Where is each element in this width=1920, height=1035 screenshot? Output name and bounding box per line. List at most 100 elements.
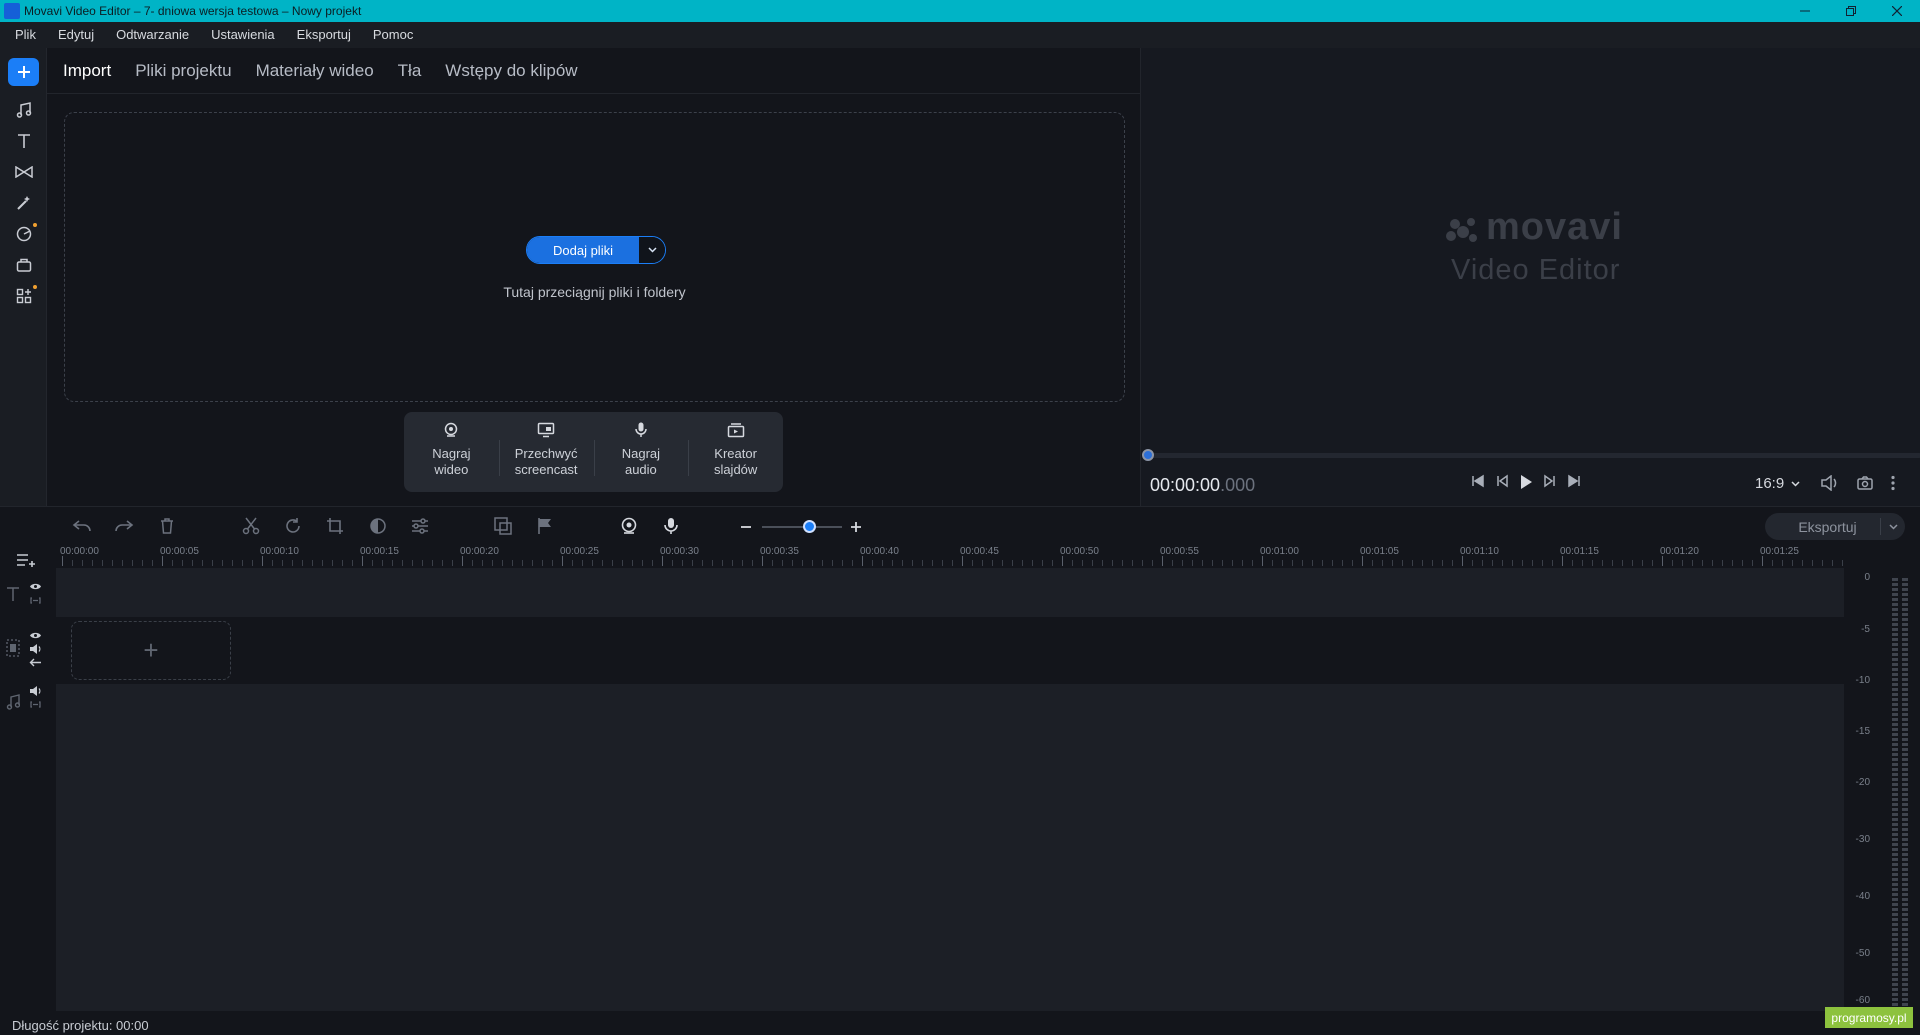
zoom-slider-track[interactable] [762,526,842,528]
effects-icon [16,196,30,210]
restore-button[interactable] [1828,0,1874,22]
skip-end-icon[interactable] [1567,474,1581,488]
audio-level-meter: 0 -5 -10 -15 -20 -30 -40 -50 -60 [1844,568,1920,1011]
ruler-minor-tick [912,560,913,566]
add-files-button[interactable]: Dodaj pliki [526,236,666,264]
ruler-minor-tick [1402,560,1403,566]
ruler-label: 00:00:20 [460,546,499,557]
export-label[interactable]: Eksportuj [1765,519,1880,535]
ruler-minor-tick [1572,560,1573,566]
tab-backgrounds[interactable]: Tła [398,61,422,81]
menu-export[interactable]: Eksportuj [286,22,362,48]
menu-file[interactable]: Plik [4,22,47,48]
ruler-minor-tick [712,560,713,566]
tools-button[interactable] [8,251,39,279]
record-video-line2: wideo [434,462,469,477]
ruler-minor-tick [1752,560,1753,566]
marker-icon[interactable] [537,517,553,535]
ruler-minor-tick [1442,560,1443,566]
zoom-out-icon[interactable] [740,521,752,533]
crop-icon[interactable] [326,517,344,535]
timeline-ruler[interactable]: 00:00:00 00:00:05 00:00:10 00:00:15 00:00:20… [56,546,1844,568]
ruler-minor-tick [392,560,393,566]
record-video-button[interactable]: Nagraj wideo [404,412,499,492]
menu-help[interactable]: Pomoc [362,22,424,48]
volume-icon[interactable] [1821,475,1839,491]
video-track-lane[interactable]: + [56,617,1844,684]
more-button[interactable] [8,282,39,310]
ruler-minor-tick [1512,560,1513,566]
effects-button[interactable] [8,189,39,217]
import-add-button[interactable] [8,58,39,86]
volume-icon[interactable] [29,644,42,654]
tab-stock-video[interactable]: Materiały wideo [256,61,374,81]
title-track-lane[interactable] [56,568,1844,617]
redo-icon[interactable] [114,517,134,535]
link-icon[interactable] [29,700,42,709]
eye-icon[interactable] [29,582,42,591]
transitions-button[interactable] [8,158,39,186]
export-button[interactable]: Eksportuj [1765,513,1905,540]
drop-zone[interactable]: Dodaj pliki Tutaj przeciągnij pliki i fo… [64,112,1125,402]
undo-icon[interactable] [72,517,92,535]
slideshow-button[interactable]: Kreator slajdów [688,412,783,492]
ruler-minor-tick [1082,560,1083,566]
ruler-minor-tick [432,560,433,566]
add-track-icon[interactable] [16,552,38,568]
microphone-record-icon[interactable] [663,517,679,535]
ruler-minor-tick [472,560,473,566]
ruler-major-tick [462,556,463,566]
ruler-minor-tick [1272,560,1273,566]
chevron-down-icon[interactable] [1889,523,1898,530]
slideshow-line1: Kreator [714,446,757,461]
ruler-label: 00:00:40 [860,546,899,557]
menu-settings[interactable]: Ustawienia [200,22,286,48]
arrow-left-icon[interactable] [29,658,42,667]
audio-track-lane[interactable] [56,684,1844,1011]
ruler-minor-tick [242,560,243,566]
stickers-button[interactable] [8,220,39,248]
screencast-button[interactable]: Przechwyć screencast [498,412,594,492]
webcam-record-icon[interactable] [620,517,638,535]
play-icon[interactable] [1519,474,1533,490]
minimize-button[interactable] [1782,0,1828,22]
tab-import[interactable]: Import [63,61,111,81]
add-clip-placeholder[interactable]: + [71,621,231,680]
close-button[interactable] [1874,0,1920,22]
titles-button[interactable] [8,127,39,155]
aspect-ratio-select[interactable]: 16:9 [1755,475,1800,492]
ruler-label: 00:01:00 [1260,546,1299,557]
overlay-icon[interactable] [494,517,512,535]
cut-icon[interactable] [242,517,260,535]
prev-frame-icon[interactable] [1495,474,1509,488]
record-audio-button[interactable]: Nagraj audio [593,412,689,492]
clip-properties-icon[interactable] [411,517,429,535]
ruler-minor-tick [1032,560,1033,566]
volume-icon[interactable] [29,686,42,696]
ruler-minor-tick [1502,560,1503,566]
eye-icon[interactable] [29,631,42,640]
drop-hint: Tutaj przeciągnij pliki i foldery [503,284,686,300]
menu-playback[interactable]: Odtwarzanie [105,22,200,48]
ruler-minor-tick [742,560,743,566]
add-files-dropdown[interactable] [639,237,665,263]
zoom-in-icon[interactable] [850,521,862,533]
tab-intros[interactable]: Wstępy do klipów [445,61,577,81]
link-icon[interactable] [29,596,42,605]
tab-project-files[interactable]: Pliki projektu [135,61,231,81]
ruler-minor-tick [732,560,733,566]
zoom-slider-knob[interactable] [803,520,816,533]
snapshot-icon[interactable] [1857,475,1873,491]
menu-edit[interactable]: Edytuj [47,22,105,48]
skip-start-icon[interactable] [1471,474,1485,488]
music-button[interactable] [8,96,39,124]
ruler-minor-tick [882,560,883,566]
rotate-icon[interactable] [284,517,302,535]
add-files-label[interactable]: Dodaj pliki [527,237,639,263]
color-adjust-icon[interactable] [369,517,387,535]
next-frame-icon[interactable] [1543,474,1557,488]
kebab-menu-icon[interactable] [1891,475,1895,491]
preview-scrubber[interactable] [1142,449,1920,461]
delete-icon[interactable] [159,517,175,535]
playhead-knob[interactable] [1142,449,1154,461]
